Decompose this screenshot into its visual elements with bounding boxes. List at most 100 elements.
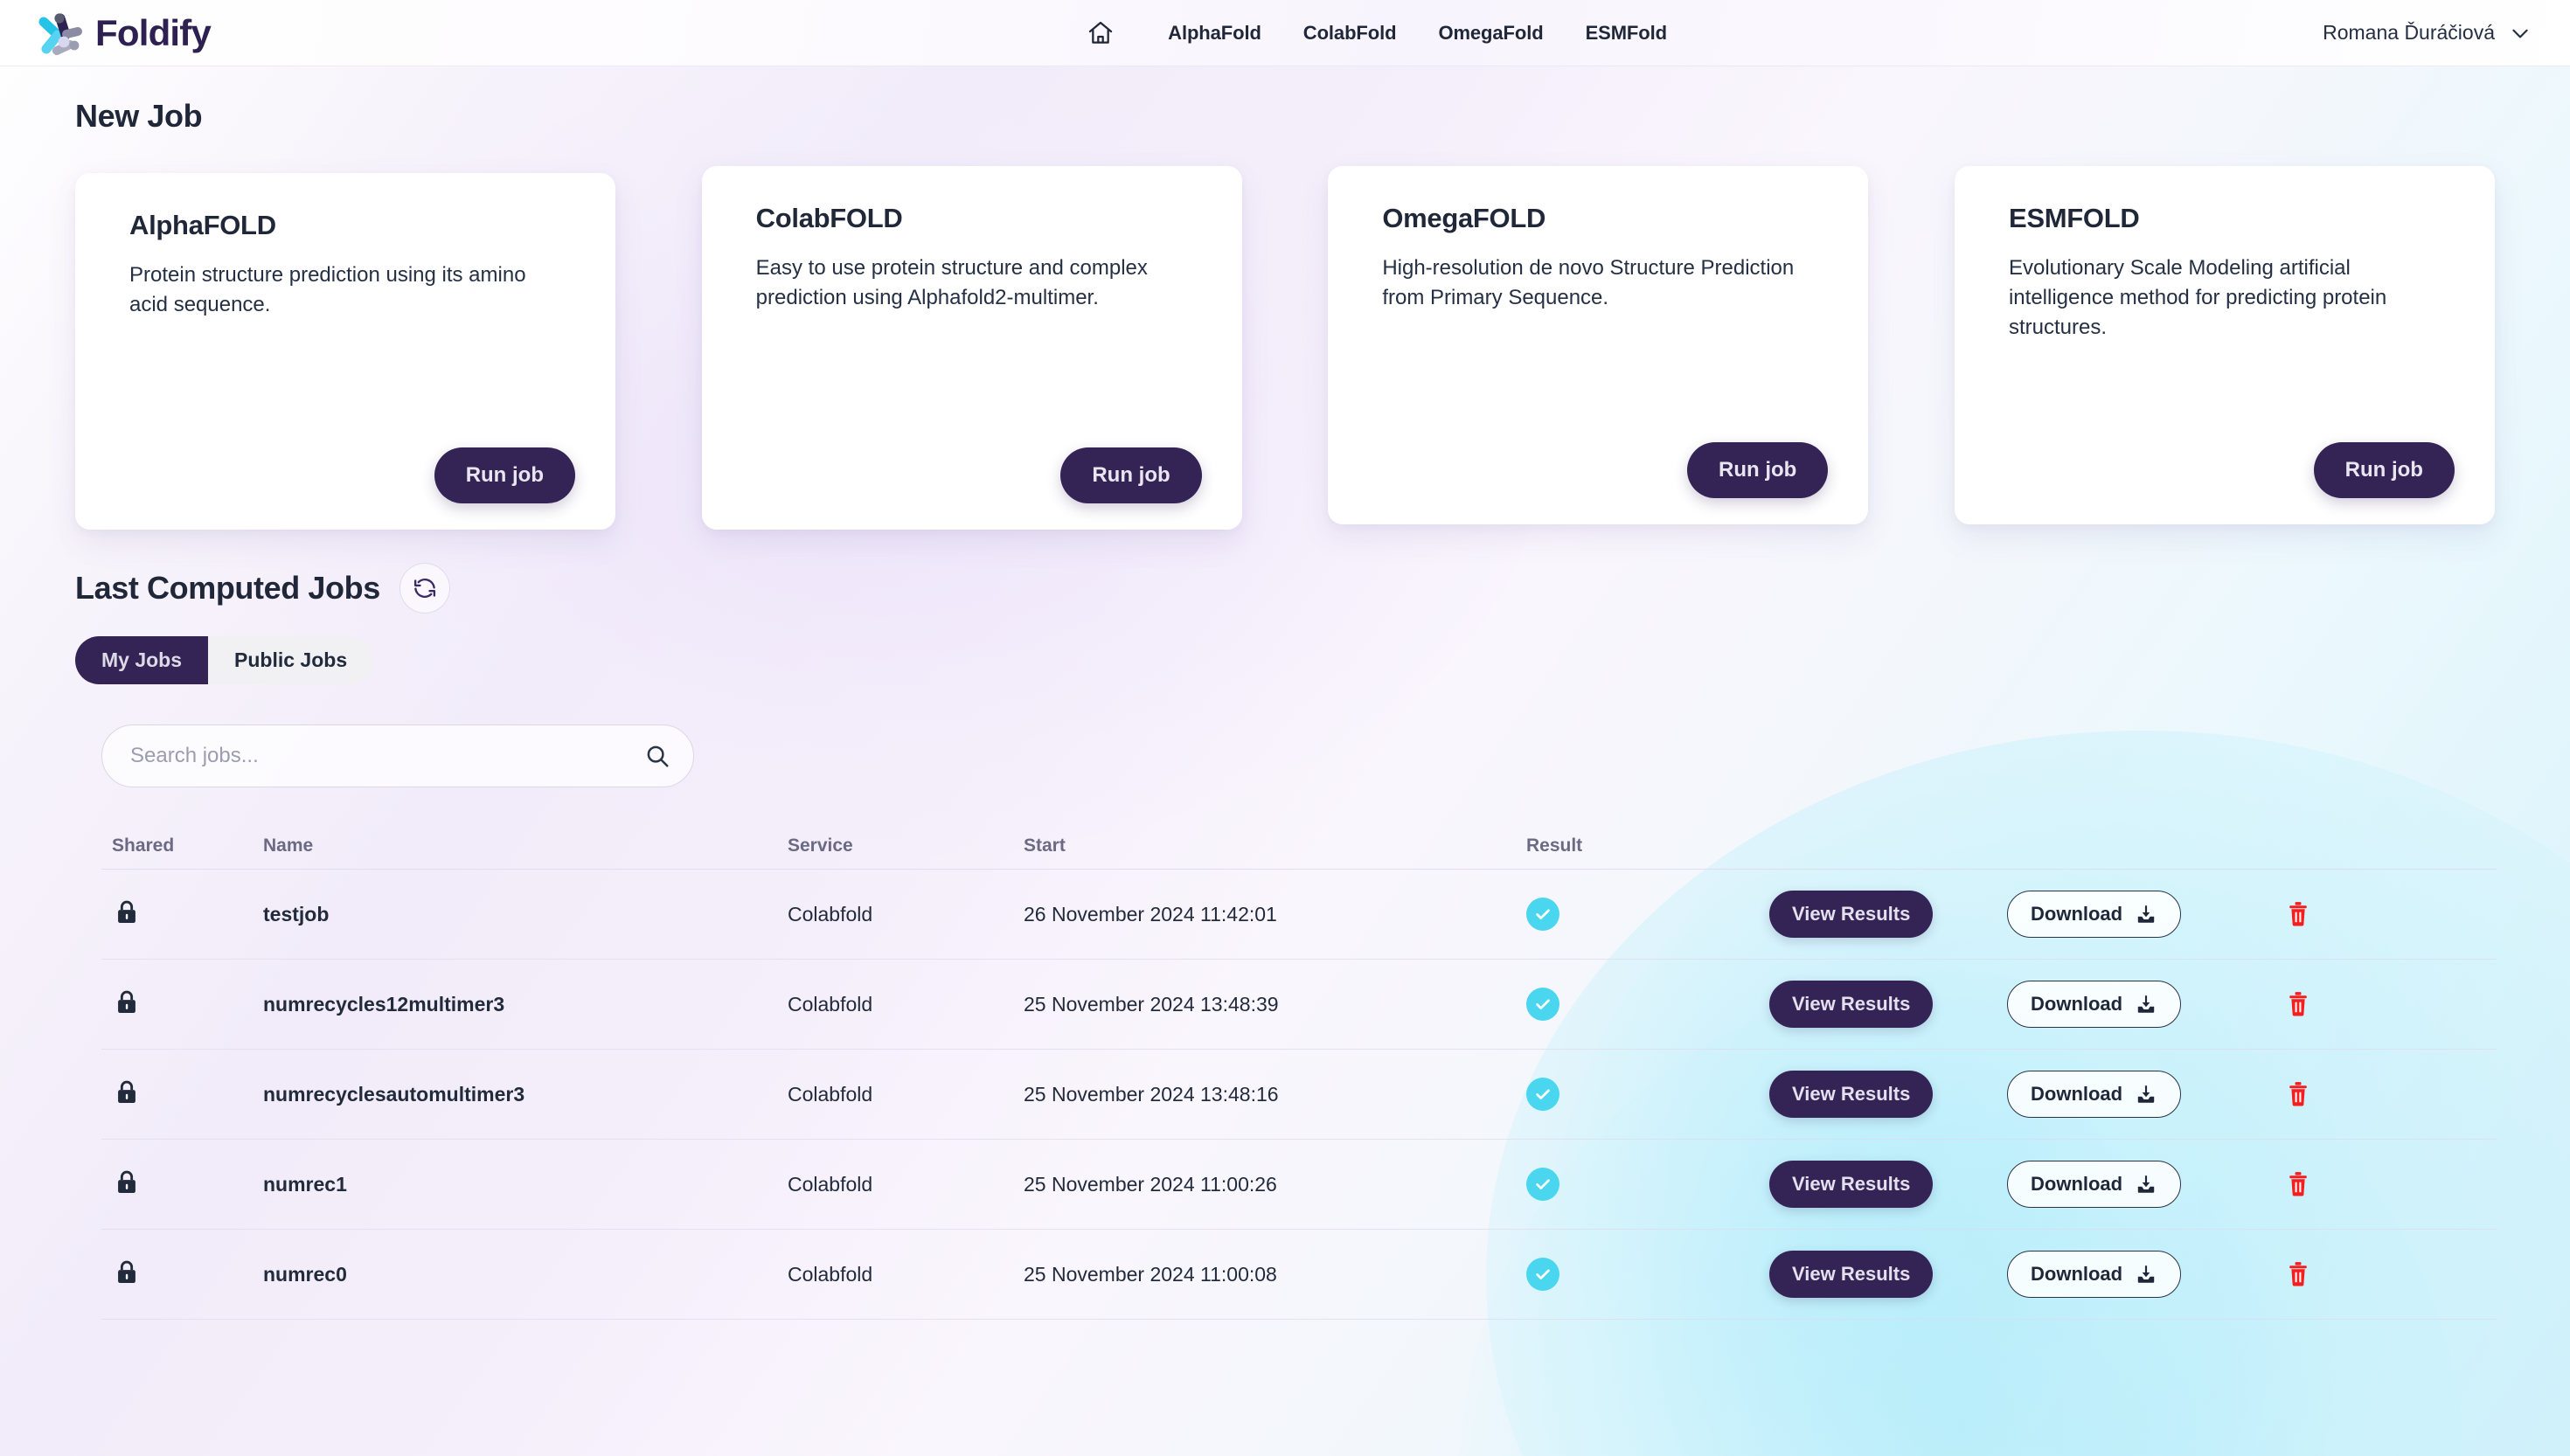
job-start: 25 November 2024 13:48:39 bbox=[1024, 992, 1279, 1016]
check-circle-icon bbox=[1526, 1168, 1559, 1201]
delete-button[interactable] bbox=[2269, 1065, 2327, 1123]
run-job-button-alphafold[interactable]: Run job bbox=[434, 447, 575, 503]
trash-icon bbox=[2289, 992, 2307, 1016]
delete-cell bbox=[2269, 1155, 2497, 1213]
tab-public-jobs[interactable]: Public Jobs bbox=[208, 636, 373, 684]
home-icon[interactable] bbox=[1080, 13, 1121, 53]
job-service: Colabfold bbox=[788, 992, 873, 1016]
download-button[interactable]: Download bbox=[2007, 891, 2182, 938]
service-card-alphafold[interactable]: AlphaFOLD Protein structure prediction u… bbox=[75, 173, 615, 530]
view-results-button[interactable]: View Results bbox=[1769, 1071, 1934, 1118]
card-title: AlphaFOLD bbox=[129, 210, 276, 240]
service-card-omegafold[interactable]: OmegaFOLD High-resolution de novo Struct… bbox=[1328, 166, 1869, 524]
job-result bbox=[1526, 1078, 1769, 1111]
delete-button[interactable] bbox=[2269, 975, 2327, 1033]
delete-cell bbox=[2269, 1245, 2497, 1303]
refresh-icon bbox=[413, 578, 435, 599]
service-card-esmfold[interactable]: ESMFOLD Evolutionary Scale Modeling arti… bbox=[1954, 166, 2495, 524]
job-result bbox=[1526, 1168, 1769, 1201]
brand-logo[interactable]: Foldify bbox=[35, 10, 446, 56]
download-icon bbox=[2137, 995, 2155, 1013]
jobs-tabs: My Jobs Public Jobs bbox=[75, 636, 374, 684]
download-button[interactable]: Download bbox=[2007, 1161, 2182, 1208]
download-icon bbox=[2137, 1085, 2155, 1103]
column-header-shared: Shared bbox=[112, 835, 175, 856]
job-service: Colabfold bbox=[788, 1082, 873, 1106]
search-box[interactable] bbox=[101, 725, 694, 787]
run-job-button-colabfold[interactable]: Run job bbox=[1060, 447, 1202, 503]
job-name: numrec0 bbox=[263, 1262, 347, 1286]
jobs-table: Shared Name Service Start Result testjob… bbox=[101, 822, 2497, 1320]
download-button[interactable]: Download bbox=[2007, 981, 2182, 1028]
nav-link-esmfold[interactable]: ESMFold bbox=[1565, 15, 1688, 52]
table-row: numrecyclesautomultimer3 Colabfold 25 No… bbox=[101, 1050, 2497, 1140]
job-service: Colabfold bbox=[788, 1172, 873, 1196]
lock-icon bbox=[118, 990, 135, 1013]
table-row: testjob Colabfold 26 November 2024 11:42… bbox=[101, 870, 2497, 960]
check-circle-icon bbox=[1526, 988, 1559, 1021]
download-label: Download bbox=[2031, 1173, 2123, 1195]
download-cell: Download bbox=[2007, 891, 2269, 938]
check-circle-icon bbox=[1526, 898, 1559, 931]
top-navigation-bar: Foldify AlphaFold ColabFold OmegaFold ES… bbox=[0, 0, 2570, 66]
view-results-button[interactable]: View Results bbox=[1769, 891, 1934, 938]
view-results-button[interactable]: View Results bbox=[1769, 981, 1934, 1028]
download-label: Download bbox=[2031, 1263, 2123, 1285]
column-header-name: Name bbox=[263, 835, 314, 856]
delete-button[interactable] bbox=[2269, 1155, 2327, 1213]
job-result bbox=[1526, 1258, 1769, 1291]
foldify-logo-icon bbox=[38, 12, 82, 55]
nav-link-colabfold[interactable]: ColabFold bbox=[1282, 15, 1418, 52]
column-header-start: Start bbox=[1024, 835, 1066, 856]
chevron-down-icon bbox=[2512, 29, 2528, 38]
refresh-button[interactable] bbox=[399, 563, 450, 614]
tab-my-jobs[interactable]: My Jobs bbox=[75, 636, 209, 684]
run-job-button-omegafold[interactable]: Run job bbox=[1687, 442, 1829, 498]
download-label: Download bbox=[2031, 993, 2123, 1015]
download-cell: Download bbox=[2007, 1161, 2269, 1208]
card-title: ColabFOLD bbox=[755, 203, 903, 233]
card-footer: Run job bbox=[756, 447, 1202, 503]
service-card-colabfold[interactable]: ColabFOLD Easy to use protein structure … bbox=[701, 166, 1242, 530]
download-icon bbox=[2137, 1175, 2155, 1193]
trash-icon bbox=[2289, 1262, 2307, 1286]
nav-link-alphafold[interactable]: AlphaFold bbox=[1147, 15, 1282, 52]
job-start: 25 November 2024 13:48:16 bbox=[1024, 1082, 1279, 1106]
user-name: Romana Ďuráčiová bbox=[2323, 21, 2495, 44]
user-menu[interactable]: Romana Ďuráčiová bbox=[2323, 21, 2537, 45]
job-name: numrec1 bbox=[263, 1172, 347, 1196]
column-header-service: Service bbox=[788, 835, 853, 856]
download-icon bbox=[2137, 905, 2155, 923]
table-row: numrec1 Colabfold 25 November 2024 11:00… bbox=[101, 1140, 2497, 1230]
table-header-row: Shared Name Service Start Result bbox=[101, 822, 2497, 870]
shared-cell bbox=[101, 898, 263, 932]
card-description: High-resolution de novo Structure Predic… bbox=[1382, 256, 1795, 310]
view-results-button[interactable]: View Results bbox=[1769, 1251, 1934, 1298]
job-name: numrecycles12multimer3 bbox=[263, 992, 505, 1016]
nav-link-omegafold[interactable]: OmegaFold bbox=[1417, 15, 1564, 52]
card-title: ESMFOLD bbox=[2008, 203, 2140, 233]
job-start: 25 November 2024 11:00:08 bbox=[1024, 1262, 1277, 1286]
job-name: testjob bbox=[263, 902, 330, 926]
job-name: numrecyclesautomultimer3 bbox=[263, 1082, 525, 1106]
shared-cell bbox=[101, 1168, 263, 1202]
card-description: Easy to use protein structure and comple… bbox=[755, 256, 1148, 310]
card-footer: Run job bbox=[2009, 442, 2455, 498]
download-button[interactable]: Download bbox=[2007, 1071, 2182, 1118]
view-results-button[interactable]: View Results bbox=[1769, 1161, 1934, 1208]
search-icon[interactable] bbox=[644, 743, 670, 769]
delete-button[interactable] bbox=[2269, 885, 2327, 943]
brand-name: Foldify bbox=[95, 11, 212, 53]
view-results-cell: View Results bbox=[1769, 1161, 2007, 1208]
check-circle-icon bbox=[1526, 1258, 1559, 1291]
download-label: Download bbox=[2031, 1083, 2123, 1105]
table-row: numrecycles12multimer3 Colabfold 25 Nove… bbox=[101, 960, 2497, 1050]
run-job-button-esmfold[interactable]: Run job bbox=[2313, 442, 2455, 498]
download-button[interactable]: Download bbox=[2007, 1251, 2182, 1298]
delete-cell bbox=[2269, 975, 2497, 1033]
view-results-cell: View Results bbox=[1769, 1071, 2007, 1118]
search-input[interactable] bbox=[130, 744, 644, 768]
view-results-cell: View Results bbox=[1769, 981, 2007, 1028]
delete-button[interactable] bbox=[2269, 1245, 2327, 1303]
check-circle-icon bbox=[1526, 1078, 1559, 1111]
